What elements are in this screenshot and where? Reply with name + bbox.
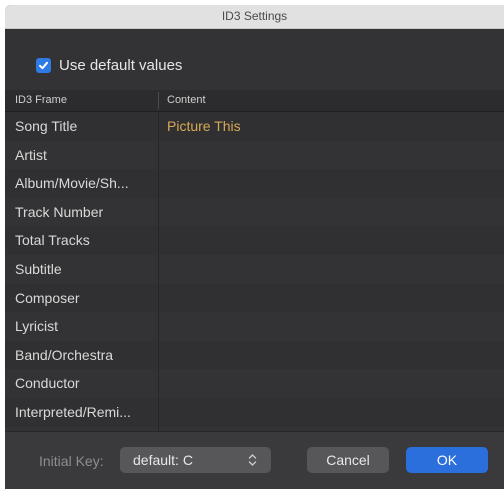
id3-frame-cell: Total Tracks <box>15 232 90 249</box>
table-row[interactable]: Subtitle <box>5 254 504 284</box>
options-area: Use default values <box>5 29 504 90</box>
use-default-values-label: Use default values <box>59 57 183 74</box>
table-row[interactable]: Artist <box>5 140 504 170</box>
column-header-id3-frame[interactable]: ID3 Frame <box>15 94 67 106</box>
id3-frame-cell: Subtitle <box>15 260 62 277</box>
table-row[interactable]: Band/Orchestra <box>5 340 504 370</box>
checkmark-icon <box>39 61 48 70</box>
id3-frame-cell: Interpreted/Remi... <box>15 403 131 420</box>
column-divider <box>158 92 159 109</box>
table-row[interactable]: Album/Movie/Sh... <box>5 169 504 198</box>
column-separator <box>158 112 159 431</box>
table-row[interactable]: Total Tracks <box>5 226 504 255</box>
cancel-button[interactable]: Cancel <box>307 447 389 473</box>
use-default-values-checkbox[interactable] <box>36 58 51 73</box>
window-title: ID3 Settings <box>221 9 288 23</box>
initial-key-select[interactable]: default: C <box>120 447 271 473</box>
dialog-footer: Initial Key: default: C Cancel OK <box>5 431 504 489</box>
table-row[interactable]: Conductor <box>5 369 504 398</box>
id3-settings-window: ID3 Settings Use default values ID3 Fram… <box>5 5 504 489</box>
table-row[interactable]: Song Title Picture This <box>5 112 504 141</box>
table-row[interactable]: Lyricist <box>5 312 504 341</box>
id3-frame-cell: Album/Movie/Sh... <box>15 175 129 192</box>
initial-key-label: Initial Key: <box>39 453 104 469</box>
id3-frame-cell: Lyricist <box>15 318 59 335</box>
id3-frame-cell: Track Number <box>15 203 104 220</box>
id3-frame-cell: Conductor <box>15 375 80 392</box>
id3-frame-cell: Artist <box>15 146 47 163</box>
column-header-content[interactable]: Content <box>167 94 206 106</box>
table-row[interactable]: Track Number <box>5 197 504 227</box>
content-cell[interactable]: Picture This <box>167 118 241 134</box>
up-down-chevron-icon <box>248 454 257 466</box>
id3-frame-cell: Song Title <box>15 118 78 134</box>
title-bar: ID3 Settings <box>5 5 504 29</box>
ok-button[interactable]: OK <box>406 447 488 473</box>
table-body: Song Title Picture This Artist Album/Movie/… <box>5 112 504 427</box>
id3-frame-cell: Band/Orchestra <box>15 346 114 363</box>
table-row[interactable]: Interpreted/Remi... <box>5 397 504 427</box>
use-default-values-option[interactable]: Use default values <box>36 57 182 74</box>
id3-frame-cell: Composer <box>15 289 80 306</box>
table-header: ID3 Frame Content <box>5 90 504 112</box>
id3-frame-table: ID3 Frame Content Song Title Picture This… <box>5 90 504 431</box>
table-row[interactable]: Composer <box>5 283 504 313</box>
initial-key-value: default: C <box>133 452 193 468</box>
